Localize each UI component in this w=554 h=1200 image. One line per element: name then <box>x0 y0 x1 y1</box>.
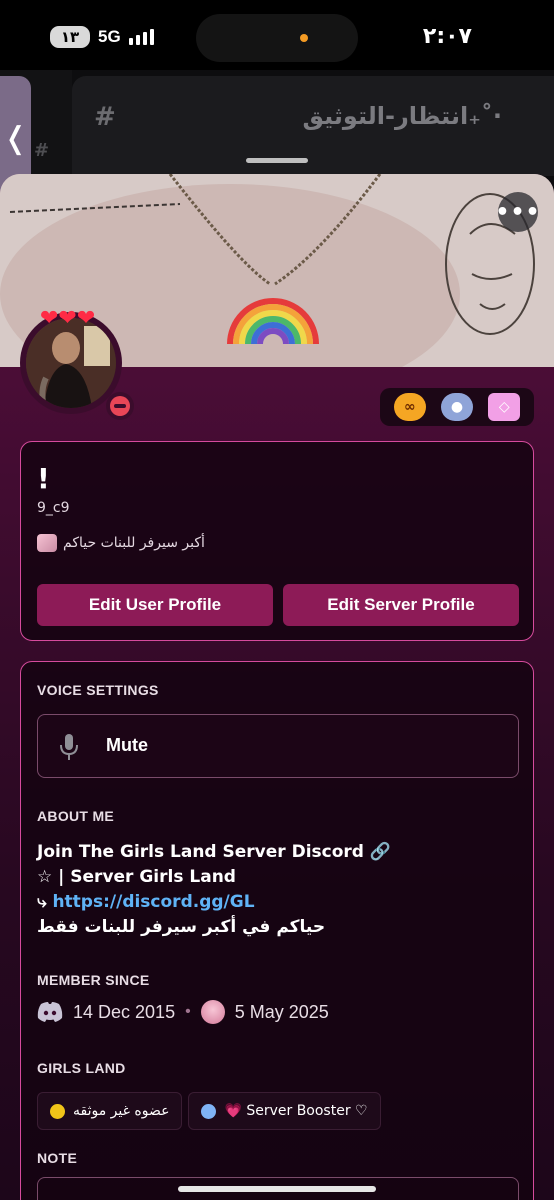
discord-icon <box>37 1002 63 1022</box>
roles-list: عضوه غير موثقه 💗 Server Booster ♡ <box>37 1092 381 1130</box>
display-name: ! <box>37 462 50 495</box>
recording-dot-icon <box>300 34 308 42</box>
voice-settings-heading: VOICE SETTINGS <box>37 682 159 698</box>
about-me-text: Join The Girls Land Server Discord 🔗 ☆ |… <box>37 840 391 940</box>
note-heading: NOTE <box>37 1150 78 1166</box>
username: 9_c9 <box>37 500 70 516</box>
member-since-heading: MEMBER SINCE <box>37 972 150 988</box>
signal-icon <box>128 29 154 45</box>
microphone-icon <box>60 734 78 760</box>
identity-card: ! 9_c9 أكبر سيرفر للبنات حياكم Edit User… <box>20 441 534 641</box>
about-line-4: حياكم في أكبر سيرفر للبنات فقط <box>37 917 326 937</box>
edit-server-profile-button[interactable]: Edit Server Profile <box>283 584 519 626</box>
profile-sheet: ••• ❤❤❤ ∞ ● ◇ ! 9_c9 أكبر سيرفر للبنات ح… <box>0 174 554 1200</box>
network-type: 5G <box>98 27 121 46</box>
details-card: VOICE SETTINGS Mute ABOUT ME Join The Gi… <box>20 661 534 1200</box>
role-name: عضوه غير موثقه <box>73 1103 170 1119</box>
badge-row: ∞ ● ◇ <box>380 388 534 426</box>
battery-indicator: ١٣ <box>50 26 90 48</box>
clock: ٢:٠٧ <box>422 24 472 49</box>
about-line-2: ☆ | Server Girls Land <box>37 867 236 887</box>
role-name: 💗 Server Booster ♡ <box>224 1103 368 1119</box>
avatar-decoration-hearts-icon: ❤❤❤ <box>40 306 96 331</box>
role-color-dot <box>201 1103 217 1119</box>
role-color-dot <box>50 1103 65 1119</box>
custom-status-text: أكبر سيرفر للبنات حياكم <box>63 535 205 551</box>
channel-hash-icon: # <box>94 102 116 132</box>
mute-button[interactable]: Mute <box>37 714 519 778</box>
background-channel-header: # ·˚₊انتظار-التوثيق <box>72 76 554 176</box>
avatar-image <box>26 318 116 408</box>
edit-user-profile-button[interactable]: Edit User Profile <box>37 584 273 626</box>
dynamic-island <box>196 14 358 62</box>
sheet-grabber[interactable] <box>246 158 308 163</box>
mute-label: Mute <box>106 735 148 755</box>
status-left: ١٣ 5G <box>50 26 154 48</box>
avatar-picture <box>26 318 116 408</box>
channel-name: ·˚₊انتظار-التوثيق <box>302 102 502 130</box>
discord-join-date: 14 Dec 2015 <box>73 1001 176 1022</box>
server-join-date: 5 May 2025 <box>234 1001 329 1022</box>
hash-icon: # <box>34 140 50 161</box>
about-me-heading: ABOUT ME <box>37 808 115 824</box>
server-roles-heading: GIRLS LAND <box>37 1060 126 1076</box>
about-line-3: ⤷ https://discord.gg/GL <box>37 890 391 915</box>
arrow-icon: ⤷ <box>37 892 53 912</box>
separator-dot: • <box>185 1003 191 1020</box>
status-bar: ١٣ 5G ٢:٠٧ <box>0 0 554 70</box>
status-emoji-icon <box>37 534 57 552</box>
nitro-badge-icon[interactable]: ∞ <box>393 393 426 421</box>
boost-badge-icon[interactable]: ◇ <box>488 393 521 421</box>
invite-link[interactable]: https://discord.gg/GL <box>52 892 254 912</box>
clown-badge-icon[interactable]: ● <box>440 393 473 421</box>
custom-status: أكبر سيرفر للبنات حياكم <box>37 534 205 552</box>
role-chip[interactable]: عضوه غير موثقه <box>37 1092 183 1130</box>
home-indicator[interactable] <box>178 1186 376 1192</box>
role-chip[interactable]: 💗 Server Booster ♡ <box>188 1092 381 1130</box>
more-dots-icon[interactable]: ••• <box>495 192 540 232</box>
about-line-1: Join The Girls Land Server Discord 🔗 <box>37 842 392 862</box>
dnd-status-icon <box>106 392 134 420</box>
server-icon <box>200 1000 225 1024</box>
member-since-row: 14 Dec 2015 • 5 May 2025 <box>37 1000 329 1024</box>
